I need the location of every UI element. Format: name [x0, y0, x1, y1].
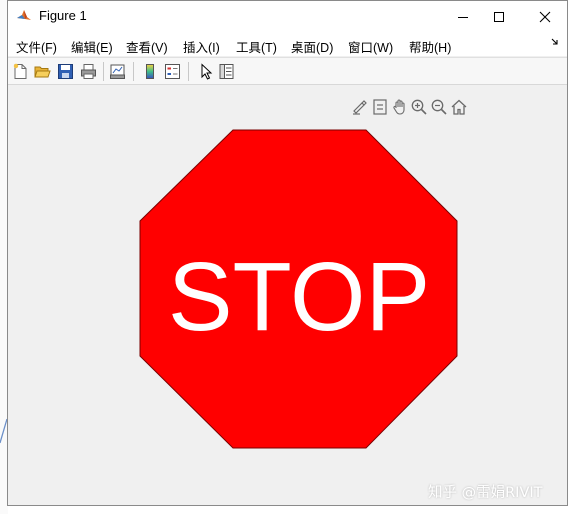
legend-icon[interactable]	[164, 63, 181, 80]
watermark-text: 知乎 @雷娟RIVIT	[428, 485, 543, 501]
edit-plot-icon[interactable]	[198, 63, 215, 80]
menu-desktop[interactable]: 桌面(D)	[291, 37, 333, 56]
stop-sign-text: STOP	[168, 242, 430, 351]
stop-sign-figure: STOP	[139, 129, 458, 449]
close-icon	[539, 11, 551, 22]
menu-window[interactable]: 窗口(W)	[348, 37, 393, 56]
home-icon[interactable]	[450, 98, 468, 116]
print-icon[interactable]	[80, 63, 97, 80]
link-plot-icon[interactable]	[109, 63, 126, 80]
menu-insert[interactable]: 插入(I)	[183, 37, 220, 56]
title-bar: Figure 1	[8, 1, 567, 32]
open-file-icon[interactable]	[34, 63, 51, 80]
close-button[interactable]	[522, 1, 567, 32]
menu-expand-icon[interactable]	[551, 37, 561, 47]
window-title: Figure 1	[39, 8, 87, 23]
menu-view[interactable]: 查看(V)	[126, 37, 168, 56]
data-tips-icon[interactable]	[371, 98, 389, 116]
property-inspector-icon[interactable]	[218, 63, 235, 80]
brush-icon[interactable]	[351, 98, 369, 116]
menu-tools[interactable]: 工具(T)	[236, 37, 277, 56]
figure-canvas[interactable]: STOP 知乎 @雷娟RIVIT	[8, 85, 567, 505]
save-icon[interactable]	[57, 63, 74, 80]
toolbar-separator	[133, 62, 134, 81]
menu-bar: 文件(F) 编辑(E) 查看(V) 插入(I) 工具(T) 桌面(D) 窗口(W…	[8, 32, 567, 56]
figure-toolbar	[8, 57, 567, 85]
maximize-icon	[494, 11, 504, 22]
menu-help[interactable]: 帮助(H)	[409, 37, 451, 56]
zoom-in-icon[interactable]	[410, 98, 428, 116]
pan-icon[interactable]	[391, 98, 409, 116]
zoom-out-icon[interactable]	[430, 98, 448, 116]
new-figure-icon[interactable]	[12, 63, 29, 80]
colorbar-icon[interactable]	[142, 63, 159, 80]
menu-edit[interactable]: 编辑(E)	[71, 37, 113, 56]
menu-file[interactable]: 文件(F)	[16, 37, 57, 56]
toolbar-separator	[103, 62, 104, 81]
matlab-icon	[17, 10, 31, 20]
figure-window: Figure 1 文件(F) 编辑(E) 查看(V) 插入(I) 工具(T) 桌…	[7, 0, 568, 506]
toolbar-separator	[188, 62, 189, 81]
minimize-icon	[458, 16, 468, 18]
maximize-button[interactable]	[476, 1, 522, 32]
